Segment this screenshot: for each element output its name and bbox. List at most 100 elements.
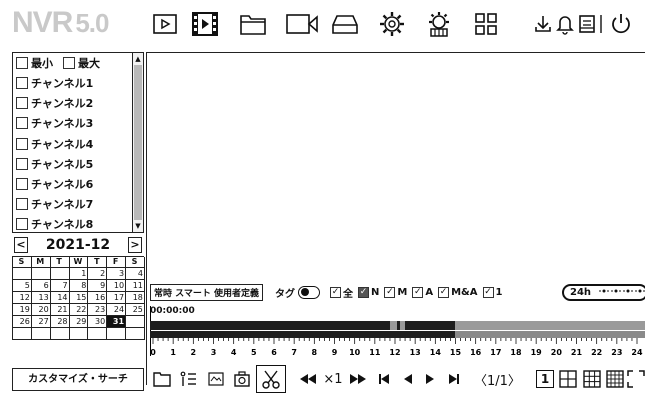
layout-4-icon[interactable] [558,368,578,390]
channel-checkbox[interactable] [16,77,28,89]
min-checkbox[interactable] [16,57,28,69]
log-icon[interactable] [576,10,598,38]
layout-9-icon[interactable] [582,368,602,390]
playback-icon[interactable] [190,10,220,38]
calendar-day[interactable]: 23 [88,304,108,316]
calendar-day[interactable]: 10 [107,280,127,292]
calendar-day[interactable]: 17 [107,292,127,304]
download-icon[interactable] [532,10,554,38]
calendar-day[interactable]: 1 [69,268,89,280]
layout-icon[interactable] [471,10,501,38]
smart-search-icon[interactable] [204,368,228,390]
event-filter-checkbox[interactable]: ✓ [330,286,341,298]
calendar-prev-button[interactable]: < [14,237,28,253]
calendar-day[interactable]: 22 [69,304,89,316]
calendar-day[interactable]: 9 [88,280,108,292]
calendar-day[interactable]: 4 [126,268,145,280]
event-filter-checkbox[interactable]: ✓ [482,286,494,298]
file-manager-icon[interactable] [238,10,268,38]
timeline-record-bar[interactable] [150,321,645,330]
channel-item[interactable]: チャンネル3 [16,114,93,132]
layout-16-icon[interactable] [605,368,625,390]
calendar-day[interactable]: 2 [88,268,108,280]
calendar-day[interactable]: 11 [126,280,145,292]
record-type-button[interactable]: 常時 スマート 使用者定義 [150,283,263,301]
channel-item[interactable]: チャンネル1 [16,74,93,92]
channel-checkbox[interactable] [16,218,28,231]
calendar-day[interactable]: 30 [88,316,108,328]
calendar-day[interactable]: 8 [69,280,89,292]
calendar-day[interactable]: 19 [13,304,32,316]
event-filter-checkbox[interactable]: ✓ [384,286,396,298]
time-range-selector[interactable]: 24h [562,284,645,301]
calendar-day[interactable]: 21 [50,304,70,316]
event-filter-checkbox[interactable]: ✓ [412,286,424,298]
reverse-play-icon[interactable] [398,368,418,390]
max-checkbox[interactable] [63,57,75,69]
event-filter-item[interactable]: ✓ M&A [438,285,478,300]
calendar-day[interactable]: 24 [107,304,127,316]
event-filter-item[interactable]: ✓ M [384,285,407,300]
settings-icon[interactable] [377,10,407,38]
channel-checkbox[interactable] [16,137,28,150]
advanced-settings-icon[interactable] [424,10,454,38]
skip-end-icon[interactable] [444,368,464,390]
power-icon[interactable] [607,10,635,38]
event-filter-item[interactable]: ✓ 全 [330,285,353,300]
event-filter-item[interactable]: ✓ N [358,285,379,300]
calendar-day[interactable]: 7 [50,280,70,292]
clip-cut-icon[interactable] [256,365,286,393]
calendar-day[interactable]: 27 [31,316,51,328]
channel-item[interactable]: チャンネル8 [16,215,93,233]
calendar-day[interactable]: 3 [107,268,127,280]
event-filter-checkbox[interactable]: ✓ [438,286,450,298]
calendar-day[interactable]: 20 [31,304,51,316]
event-list-icon[interactable] [176,368,200,390]
open-folder-icon[interactable] [150,368,174,390]
calendar-day[interactable]: 18 [126,292,145,304]
calendar-day[interactable]: 15 [69,292,89,304]
alarm-icon[interactable] [554,10,576,38]
play-icon[interactable] [420,368,440,390]
timeline-ruler[interactable]: 0 1 2 3 4 5 6 7 8 9 10 11 12 13 14 15 16 17 18 19 20 21 22 23 24 [150,338,645,360]
device-icon[interactable] [330,10,360,38]
skip-start-icon[interactable] [374,368,394,390]
event-filter-item[interactable]: ✓ A [412,285,433,300]
channel-item[interactable]: チャンネル5 [16,155,93,173]
snapshot-list-icon[interactable] [230,368,254,390]
calendar-day[interactable]: 29 [69,316,89,328]
rewind-icon[interactable] [296,368,320,390]
calendar-day[interactable]: 6 [31,280,51,292]
calendar-day[interactable]: 31 [107,316,127,328]
custom-search-button[interactable]: カスタマイズ・サーチ [12,368,144,391]
calendar-day[interactable]: 26 [13,316,32,328]
channel-item[interactable]: チャンネル4 [16,135,93,153]
calendar-day[interactable]: 16 [88,292,108,304]
fullscreen-icon[interactable] [627,368,645,390]
tag-toggle[interactable] [298,285,320,299]
live-view-icon[interactable] [150,10,180,38]
calendar-day[interactable]: 25 [126,304,145,316]
scroll-up-arrow-icon[interactable]: ▲ [134,54,142,64]
scroll-down-arrow-icon[interactable]: ▼ [134,221,142,231]
calendar-day[interactable]: 14 [50,292,70,304]
scrollbar-thumb[interactable] [134,65,142,220]
event-filter-checkbox[interactable]: ✓ [358,286,369,298]
channel-item[interactable]: チャンネル7 [16,195,93,213]
calendar-next-button[interactable]: > [128,237,142,253]
channel-checkbox[interactable] [16,97,28,110]
calendar-day[interactable]: 12 [13,292,32,304]
calendar-day[interactable]: 13 [31,292,51,304]
fast-forward-icon[interactable] [346,368,370,390]
event-filter-item[interactable]: ✓ 1 [482,285,502,300]
backup-icon[interactable] [285,10,321,38]
calendar-day[interactable]: 28 [50,316,70,328]
layout-1-button[interactable]: 1 [536,370,554,388]
channel-item[interactable]: チャンネル6 [16,175,93,193]
channel-item[interactable]: チャンネル2 [16,94,93,112]
channel-scrollbar[interactable]: ▲ ▼ [132,53,143,232]
page-indicator[interactable]: 〈1/1〉 [474,370,521,389]
channel-checkbox[interactable] [16,198,28,211]
timeline-record-bar-secondary[interactable] [150,331,645,338]
calendar-day[interactable]: 5 [13,280,32,292]
